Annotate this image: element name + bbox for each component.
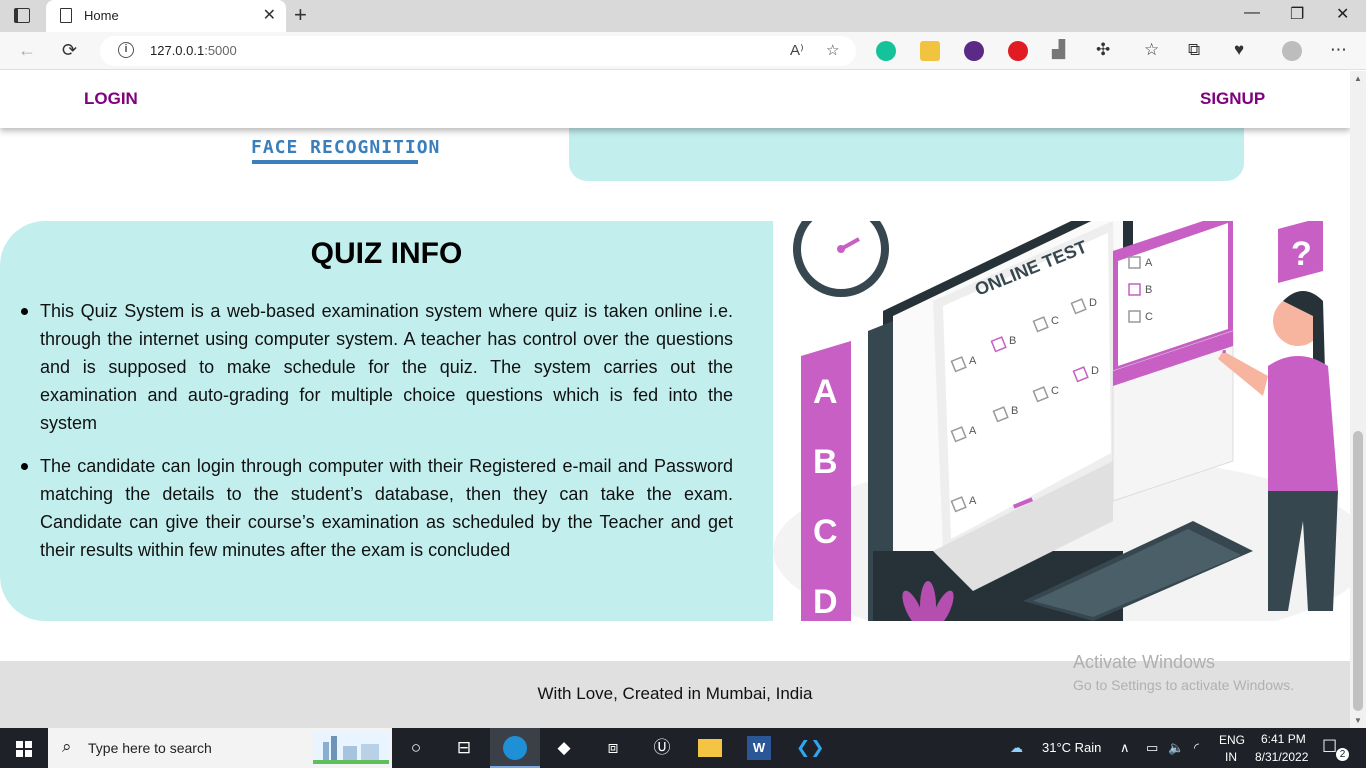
language-region[interactable]: IN (1225, 750, 1237, 764)
edge-icon (503, 736, 527, 760)
watermark-title: Activate Windows (1073, 652, 1216, 672)
option-label: A (969, 355, 977, 367)
login-link[interactable]: LOGIN (84, 89, 138, 109)
page-icon (60, 8, 72, 23)
navbar: LOGIN SIGNUP (0, 71, 1350, 128)
page-scrollbar[interactable]: ▲ ▼ (1350, 71, 1366, 728)
back-icon[interactable]: ← (18, 40, 36, 61)
svg-text:?: ? (1218, 333, 1231, 358)
weather-text[interactable]: 31°C Rain (1042, 740, 1101, 755)
search-icon: ⌕ (62, 737, 72, 756)
url-text: 127.0.0.1:5000 (150, 43, 237, 58)
search-placeholder: Type here to search (88, 740, 212, 756)
stats-icon[interactable]: ▟ (1052, 40, 1065, 60)
option-label: A (969, 425, 977, 437)
windows-taskbar: ⌕ Type here to search ○ ⊟ ◆ ⧈ Ⓤ W ❮❯ ☁ 3… (0, 728, 1366, 768)
option-label: D (1089, 297, 1097, 309)
windows-start-icon[interactable] (16, 741, 32, 757)
extension-icon[interactable] (920, 41, 940, 61)
block-letter: C (813, 513, 838, 551)
unreal-icon[interactable]: Ⓤ (650, 736, 674, 760)
option-label: C (1051, 315, 1059, 327)
close-window-button[interactable]: ✕ (1336, 4, 1349, 24)
block-letter: B (813, 443, 838, 481)
language-code[interactable]: ENG (1219, 733, 1245, 747)
info-icon[interactable]: i (118, 42, 134, 58)
read-aloud-icon[interactable]: A⁾ (790, 41, 804, 59)
battery-icon[interactable]: ▭ (1146, 740, 1158, 756)
logo-underline (252, 160, 418, 164)
watermark-subtitle: Go to Settings to activate Windows. (1073, 677, 1294, 693)
block-letter: D (813, 583, 838, 621)
scroll-up-icon[interactable]: ▲ (1354, 74, 1362, 83)
health-icon[interactable]: ♥ (1234, 40, 1244, 60)
inkscape-icon[interactable]: ◆ (552, 736, 576, 760)
collections-icon[interactable]: ⧉ (1188, 40, 1200, 60)
panel-option-label: B (1145, 284, 1152, 296)
face-recognition-logo: FACE RECOGNITION (251, 137, 441, 158)
tab-title: Home (84, 8, 119, 23)
new-tab-button[interactable]: + (294, 2, 307, 28)
word-icon[interactable]: W (747, 736, 771, 760)
visual-studio-icon[interactable]: ⧈ (601, 736, 625, 760)
signup-link[interactable]: SIGNUP (1200, 89, 1265, 109)
notification-count: 2 (1336, 748, 1349, 761)
puzzle-icon[interactable]: ✣ (1096, 40, 1110, 60)
option-label: B (1009, 335, 1016, 347)
more-icon[interactable]: ⋯ (1330, 40, 1347, 60)
profile-icon[interactable] (1282, 41, 1302, 61)
scroll-thumb[interactable] (1353, 431, 1363, 711)
refresh-icon[interactable]: ⟳ (62, 40, 77, 61)
option-label: B (1011, 405, 1018, 417)
page-viewport: LOGIN SIGNUP FACE RECOGNITION QUIZ INFO … (0, 71, 1350, 728)
file-explorer-icon[interactable] (698, 739, 722, 757)
url-field[interactable]: i 127.0.0.1:5000 A⁾ ☆ (100, 36, 856, 66)
svg-text:?: ? (1291, 235, 1312, 273)
block-letter: A (813, 373, 838, 411)
favorites-icon[interactable]: ☆ (1144, 40, 1159, 60)
clock-time[interactable]: 6:41 PM (1261, 732, 1306, 746)
tab-home[interactable]: Home ✕ (46, 0, 286, 32)
activate-windows-watermark: Activate Windows Go to Settings to activ… (1073, 652, 1294, 693)
grammarly-icon[interactable] (876, 41, 896, 61)
weather-icon[interactable]: ☁ (1010, 740, 1023, 756)
tray-expand-icon[interactable]: ∧ (1120, 740, 1130, 756)
quiz-info-title: QUIZ INFO (310, 237, 463, 270)
adblock-icon[interactable] (1008, 41, 1028, 61)
cortana-icon[interactable]: ○ (404, 736, 428, 760)
volume-icon[interactable]: 🔈 (1168, 740, 1184, 756)
quiz-info-point: The candidate can login through computer… (20, 452, 733, 564)
scroll-down-icon[interactable]: ▼ (1354, 716, 1362, 725)
tab-actions-icon[interactable] (14, 8, 30, 23)
vscode-icon[interactable]: ❮❯ (796, 736, 825, 760)
tab-close-icon[interactable]: ✕ (263, 5, 276, 25)
wifi-icon[interactable]: ◜ (1194, 740, 1199, 756)
clock-date[interactable]: 8/31/2022 (1255, 750, 1308, 764)
favorite-add-icon[interactable]: ☆ (826, 41, 839, 59)
minimize-button[interactable]: — (1244, 4, 1260, 22)
option-label: A (969, 495, 977, 507)
edge-taskbar-button[interactable] (490, 728, 540, 768)
download-icon[interactable] (964, 41, 984, 61)
restore-button[interactable]: ❐ (1290, 4, 1304, 24)
quiz-info-card: QUIZ INFO This Quiz System is a web-base… (0, 221, 773, 621)
task-view-icon[interactable]: ⊟ (452, 736, 476, 760)
quiz-info-list: This Quiz System is a web-based examinat… (20, 297, 733, 579)
browser-tab-bar: Home ✕ + — ❐ ✕ (0, 0, 1366, 32)
taskbar-search[interactable]: ⌕ Type here to search (48, 728, 392, 768)
notification-icon[interactable]: ☐ (1322, 737, 1337, 757)
search-highlight-icon (313, 732, 389, 764)
online-test-illustration-svg: ONLINE TEST A B C D A B C D A A B C ? A … (773, 221, 1350, 621)
quiz-info-point: This Quiz System is a web-based examinat… (20, 297, 733, 437)
option-label: C (1051, 385, 1059, 397)
address-bar-row: ← ⟳ i 127.0.0.1:5000 A⁾ ☆ ▟ ✣ ☆ ⧉ ♥ ⋯ (0, 32, 1366, 70)
option-label: D (1091, 365, 1099, 377)
panel-option-label: A (1145, 257, 1153, 269)
online-test-illustration: ONLINE TEST A B C D A B C D A A B C ? A … (773, 221, 1350, 621)
panel-option-label: C (1145, 311, 1153, 323)
